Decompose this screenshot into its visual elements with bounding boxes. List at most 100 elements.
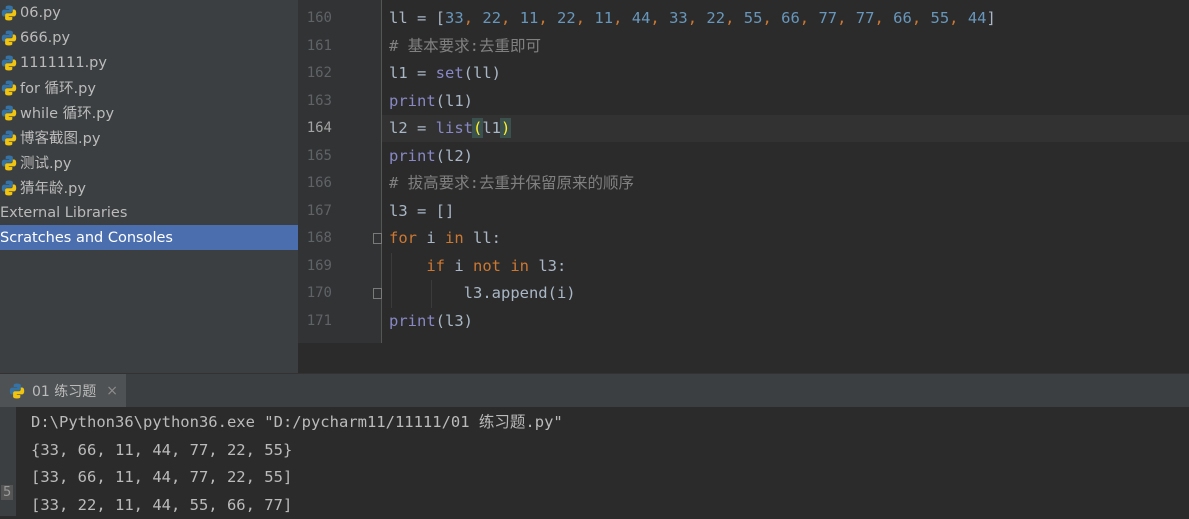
- tree-item-file[interactable]: while 循环.py: [0, 100, 298, 125]
- tree-item-label: Scratches and Consoles: [0, 229, 173, 246]
- editor-empty-area: [298, 343, 1189, 373]
- code-token: ,: [613, 9, 632, 27]
- code-line[interactable]: l1 = set(ll): [382, 60, 1189, 87]
- code-editor[interactable]: ll = [33, 22, 11, 22, 11, 44, 33, 22, 55…: [382, 0, 1189, 343]
- code-token: ,: [874, 9, 894, 27]
- code-token: 77: [855, 9, 875, 27]
- code-line[interactable]: print(l3): [382, 308, 1189, 335]
- code-token: ,: [799, 9, 819, 27]
- line-number: 169: [306, 257, 332, 274]
- code-line[interactable]: l2 = list(l1): [382, 115, 1189, 142]
- run-tab-label: 01 练习题: [32, 383, 97, 400]
- code-token: 22: [557, 9, 576, 27]
- tree-item-label: 666.py: [20, 29, 71, 46]
- code-token: ,: [949, 9, 968, 27]
- code-token: (l3): [435, 311, 473, 330]
- code-token: # 基本要求:去重即可: [389, 36, 541, 55]
- line-number: 162: [306, 65, 332, 81]
- code-token: 55: [743, 9, 763, 27]
- indent-guide: [391, 252, 392, 308]
- code-line[interactable]: if i not in l3:: [382, 253, 1189, 280]
- code-token: not in: [473, 256, 539, 275]
- line-number: 166: [306, 175, 332, 191]
- code-token: l1: [482, 119, 502, 137]
- code-line[interactable]: l3 = []: [382, 198, 1189, 225]
- tree-item-file[interactable]: 测试.py: [0, 150, 298, 175]
- line-number: 160: [306, 10, 332, 26]
- python-file-icon: [0, 29, 18, 47]
- tree-item-folder[interactable]: External Libraries: [0, 200, 298, 225]
- code-token: 66: [781, 9, 800, 27]
- code-token: 33: [445, 9, 464, 27]
- python-file-icon: [0, 4, 18, 22]
- fold-marker-icon[interactable]: [373, 233, 382, 244]
- code-token: if: [426, 256, 455, 275]
- code-token: print: [389, 91, 436, 110]
- python-file-icon: [0, 104, 18, 122]
- code-token: ]: [986, 9, 996, 27]
- code-token: (l1): [435, 91, 473, 110]
- fold-marker-icon[interactable]: [373, 288, 382, 299]
- python-file-icon: [0, 179, 18, 197]
- line-number: 165: [306, 147, 332, 164]
- code-token: ,: [501, 9, 520, 27]
- rerun-icon[interactable]: 5: [1, 485, 14, 500]
- code-token: i: [454, 256, 473, 275]
- matched-bracket: ): [499, 118, 512, 138]
- tree-item-file[interactable]: 666.py: [0, 25, 298, 50]
- code-token: (ll): [463, 64, 501, 82]
- tree-item-label: External Libraries: [0, 204, 128, 221]
- indent-guide: [431, 280, 432, 308]
- code-token: for: [389, 229, 427, 247]
- code-token: 77: [818, 9, 838, 27]
- console-output-line: [33, 66, 11, 44, 77, 22, 55]: [31, 468, 293, 486]
- code-line[interactable]: # 拔高要求:去重并保留原来的顺序: [382, 170, 1189, 197]
- code-token: 44: [967, 9, 987, 27]
- code-line[interactable]: print(l1): [382, 88, 1189, 115]
- tree-item-file[interactable]: 博客截图.py: [0, 125, 298, 150]
- code-line[interactable]: l3.append(i): [382, 280, 1189, 307]
- line-number: 170: [306, 285, 332, 301]
- code-token: ,: [650, 9, 670, 27]
- tree-item-file[interactable]: 06.py: [0, 0, 298, 25]
- close-icon[interactable]: ×: [106, 383, 118, 399]
- code-token: 44: [631, 9, 651, 27]
- console-output-line: [33, 22, 11, 44, 55, 66, 77]: [31, 495, 293, 514]
- code-token: i: [426, 229, 445, 247]
- code-token: ,: [725, 9, 744, 27]
- code-token: ll:: [473, 229, 501, 247]
- python-file-icon: [0, 129, 18, 147]
- tree-item-folder[interactable]: Scratches and Consoles: [0, 225, 298, 250]
- code-token: l1 =: [389, 64, 436, 82]
- code-line[interactable]: print(l2): [382, 143, 1189, 170]
- code-line[interactable]: # 基本要求:去重即可: [382, 33, 1189, 60]
- run-console-output[interactable]: D:\Python36\python36.exe "D:/pycharm11/1…: [16, 407, 1189, 516]
- code-token: 66: [893, 9, 912, 27]
- line-number-gutter: 160 161 162 163 164 165 166 167 168 169 170 171: [298, 0, 382, 343]
- code-token: 11: [519, 9, 539, 27]
- matched-bracket: (: [471, 118, 484, 138]
- code-token: (l2): [435, 146, 473, 165]
- tree-item-label: 06.py: [20, 4, 61, 21]
- code-token: 33: [669, 9, 688, 27]
- tree-item-file[interactable]: for 循环.py: [0, 75, 298, 100]
- code-token: print: [389, 146, 436, 165]
- tree-item-file[interactable]: 1111111.py: [0, 50, 298, 75]
- code-token: ,: [762, 9, 782, 27]
- code-token: 22: [482, 9, 502, 27]
- python-run-icon: [8, 382, 26, 400]
- line-number: 168: [306, 230, 332, 246]
- code-token: set: [435, 64, 464, 82]
- run-tab[interactable]: 01 练习题 ×: [0, 373, 126, 408]
- tree-item-file[interactable]: 猜年龄.py: [0, 175, 298, 200]
- code-line[interactable]: ll = [33, 22, 11, 22, 11, 44, 33, 22, 55…: [382, 5, 1189, 32]
- code-token: l3.append(i): [389, 284, 576, 302]
- code-line[interactable]: for i in ll:: [382, 225, 1189, 252]
- code-token: ,: [463, 9, 483, 27]
- console-output-line: D:\Python36\python36.exe "D:/pycharm11/1…: [31, 413, 563, 431]
- tree-item-label: 博客截图.py: [20, 131, 101, 147]
- code-token: # 拔高要求:去重并保留原来的顺序: [389, 174, 634, 192]
- tree-item-label: 测试.py: [20, 156, 72, 172]
- line-number: 164: [306, 120, 332, 136]
